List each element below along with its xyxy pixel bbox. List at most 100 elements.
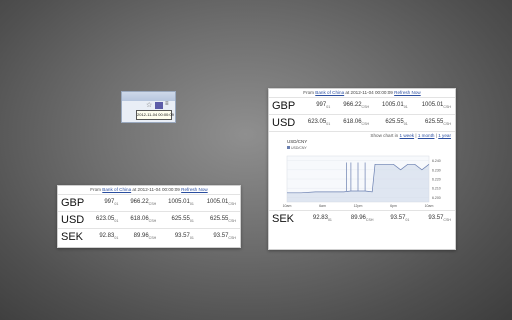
rate-value: 92.8301 <box>300 210 336 227</box>
currency-code: GBP <box>58 194 89 212</box>
rate-number: 625.55 <box>385 119 404 126</box>
rate-suffix: 01 <box>189 236 194 241</box>
rate-number: 1005.01 <box>168 199 190 206</box>
rate-value: 1005.0101 <box>373 97 412 115</box>
rate-suffix: 01 <box>189 202 194 207</box>
rate-suffix: CSH <box>365 218 374 223</box>
rate-suffix: CSH <box>361 122 370 127</box>
currency-extension-icon[interactable] <box>155 102 163 109</box>
chart-range-selector: Show chart in 1 week | 1 month | 1 year <box>370 133 451 138</box>
rate-suffix: CSH <box>228 236 236 241</box>
source-timestamp: at 2012-11-04 00:00:09 <box>132 187 180 192</box>
rate-number: 625.55 <box>171 216 190 223</box>
rate-suffix: CSH <box>148 202 157 207</box>
rate-number: 966.22 <box>130 199 149 206</box>
rate-value: 89.96CSH <box>335 210 378 227</box>
rate-suffix: CSH <box>443 105 451 110</box>
rate-suffix: CSH <box>148 236 157 241</box>
rate-number: 966.22 <box>343 102 362 109</box>
rate-number: 1005.01 <box>421 102 444 109</box>
y-tick-label: 6.210 <box>432 187 441 191</box>
rate-suffix: CSH <box>148 219 157 224</box>
rate-value: 966.22CSH <box>122 194 161 212</box>
range-1-week-link[interactable]: 1 week <box>400 133 415 138</box>
rate-suffix: CSH <box>228 219 236 224</box>
source-link[interactable]: Bank of China <box>315 90 344 95</box>
rate-number: 618.06 <box>130 216 149 223</box>
rate-value: 93.57CSH <box>197 228 240 245</box>
rate-suffix: 01 <box>114 202 119 207</box>
y-tick-label: 6.240 <box>432 159 441 163</box>
currency-code: GBP <box>269 97 300 115</box>
legend-label: USD/CNY <box>291 146 307 150</box>
rate-value: 89.96CSH <box>122 228 161 245</box>
rate-number: 1005.01 <box>206 199 229 206</box>
chart-panel: Show chart in 1 week | 1 month | 1 year … <box>269 131 455 210</box>
rate-suffix: 01 <box>403 122 408 127</box>
rate-number: 618.06 <box>343 119 362 126</box>
rate-value: 966.22CSH <box>334 97 374 115</box>
rate-suffix: 01 <box>326 122 331 127</box>
range-separator: | <box>435 133 437 138</box>
table-row: SEK 92.8301 89.96CSH 93.5701 93.57CSH <box>58 228 240 245</box>
rate-number: 93.57 <box>428 215 444 222</box>
rate-value: 93.5701 <box>377 210 414 227</box>
chart-range-label: Show chart in <box>370 133 399 138</box>
rates-table-top: GBP 99701 966.22CSH 1005.0101 1005.01CSH USD 6… <box>269 97 455 131</box>
rate-number: 89.96 <box>133 233 149 240</box>
rates-card-small: From Bank of China at 2012-11-04 00:00:0… <box>57 185 241 248</box>
rate-value: 623.0501 <box>89 211 123 229</box>
table-row: GBP 99701 966.22CSH 1005.0101 1005.01CSH <box>58 194 240 212</box>
rates-card-large: From Bank of China at 2012-11-04 00:00:0… <box>268 88 456 250</box>
rate-number: 92.83 <box>312 215 328 222</box>
rate-value: 99701 <box>89 194 123 212</box>
usd-cny-chart[interactable]: USD/CNY USD/CNY 6.240 6.230 6.220 6.210 6.200 1… <box>269 132 455 210</box>
y-tick-label: 6.230 <box>432 168 441 172</box>
tooltip: 2012-11-04 00:00:09 <box>136 110 174 120</box>
rate-suffix: 01 <box>326 105 331 110</box>
refresh-link[interactable]: Refresh Now <box>181 187 208 192</box>
table-row: USD 623.0501 618.06CSH 625.5501 625.55CSH <box>58 211 240 229</box>
rate-number: 625.55 <box>210 216 229 223</box>
browser-toolbar <box>122 92 175 101</box>
legend-swatch <box>287 146 290 149</box>
source-prefix: From <box>90 187 101 192</box>
y-tick-label: 6.220 <box>432 178 441 182</box>
rate-value: 618.06CSH <box>334 114 374 131</box>
source-prefix: From <box>303 90 314 95</box>
rate-number: 997 <box>104 199 115 206</box>
currency-code: USD <box>269 114 300 131</box>
rate-suffix: 01 <box>189 219 194 224</box>
source-link[interactable]: Bank of China <box>102 187 131 192</box>
rate-number: 625.55 <box>425 119 444 126</box>
rates-table: GBP 99701 966.22CSH 1005.0101 1005.01CSH USD 6… <box>58 194 240 245</box>
source-timestamp: at 2012-11-04 00:00:09 <box>345 90 393 95</box>
star-icon[interactable]: ☆ <box>146 101 152 109</box>
rate-value: 93.5701 <box>160 228 198 245</box>
rate-suffix: 01 <box>405 218 410 223</box>
refresh-link[interactable]: Refresh Now <box>394 90 421 95</box>
table-row: GBP 99701 966.22CSH 1005.0101 1005.01CSH <box>269 97 455 115</box>
rate-number: 93.57 <box>174 233 190 240</box>
rate-suffix: 01 <box>327 218 332 223</box>
rate-suffix: CSH <box>361 105 370 110</box>
browser-popup-thumbnail: ☆ ≡ 2012-11-04 00:00:09 <box>121 91 176 123</box>
wrench-icon[interactable]: ≡ <box>165 101 169 107</box>
rate-suffix: CSH <box>443 218 451 223</box>
rate-value: 92.8301 <box>89 228 123 245</box>
rate-value: 618.06CSH <box>122 211 161 229</box>
range-1-year-link[interactable]: 1 year <box>438 133 451 138</box>
rate-value: 1005.0101 <box>160 194 198 212</box>
table-row: SEK 92.8301 89.96CSH 93.5701 93.57CSH <box>269 210 455 227</box>
rate-suffix: 01 <box>403 105 408 110</box>
table-row: USD 623.0501 618.06CSH 625.5501 625.55CSH <box>269 114 455 131</box>
rate-value: 625.55CSH <box>411 114 455 131</box>
rate-number: 623.05 <box>307 119 327 126</box>
range-1-month-link[interactable]: 1 month <box>418 133 435 138</box>
rate-value: 623.0501 <box>300 114 335 131</box>
rate-number: 92.83 <box>99 233 115 240</box>
rate-value: 625.5501 <box>160 211 198 229</box>
rate-number: 93.57 <box>213 233 229 240</box>
rate-suffix: 01 <box>114 219 119 224</box>
chart-title: USD/CNY <box>287 139 307 144</box>
